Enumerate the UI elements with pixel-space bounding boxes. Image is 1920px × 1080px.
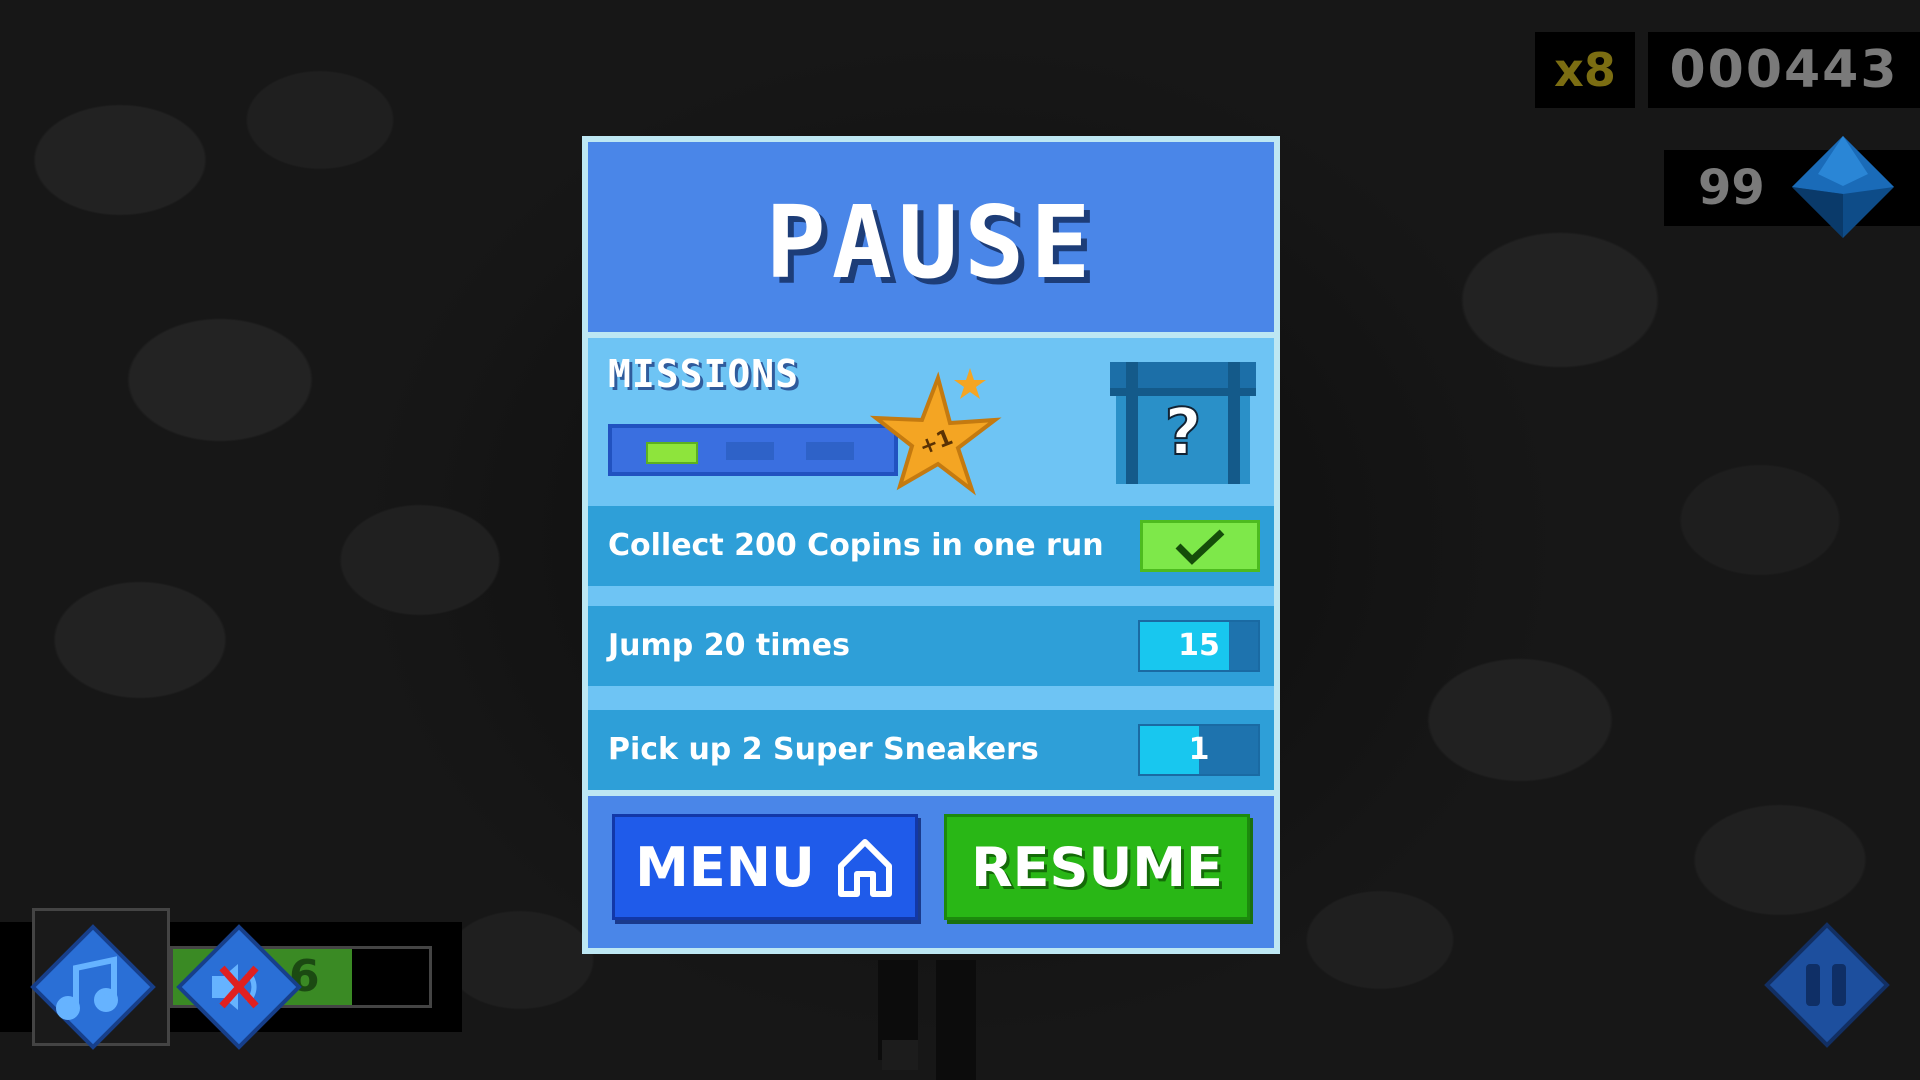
mission-text: Jump 20 times — [608, 628, 850, 663]
mission-complete-badge — [1140, 520, 1260, 572]
music-toggle-button[interactable] — [30, 924, 156, 1050]
resume-button[interactable]: RESUME — [944, 814, 1250, 920]
progress-value: 1 — [1188, 732, 1210, 767]
sound-toggle-button[interactable] — [176, 924, 302, 1050]
mission-row: Collect 200 Copins in one run — [588, 506, 1274, 586]
checkmark-icon — [1175, 529, 1225, 565]
star-icon: +1 — [869, 368, 1002, 496]
gem-icon — [1792, 136, 1894, 238]
player-character — [878, 960, 976, 1080]
resume-button-label: RESUME — [971, 835, 1223, 899]
chest-question-mark: ? — [1164, 396, 1201, 470]
pause-button[interactable] — [1764, 922, 1890, 1048]
score-counter: 000443 — [1648, 32, 1920, 108]
pause-title: PAUSE — [765, 184, 1097, 301]
buttons-area: MENU RESUME — [588, 796, 1274, 948]
menu-button[interactable]: MENU — [612, 814, 918, 920]
score-multiplier: x8 — [1535, 32, 1635, 108]
mission-row: Jump 20 times 15 — [588, 606, 1274, 686]
mission-progress: 1 — [1138, 724, 1260, 776]
progress-value: 15 — [1178, 628, 1220, 663]
progress-segment — [646, 442, 698, 464]
chest-icon[interactable]: ? — [1106, 358, 1260, 488]
mission-text: Pick up 2 Super Sneakers — [608, 732, 1039, 767]
missions-header: MISSIONS +1 ? — [588, 338, 1274, 506]
progress-segment — [726, 442, 774, 460]
divider — [588, 586, 1274, 606]
mission-progress: 15 — [1138, 620, 1260, 672]
title-area: PAUSE — [588, 142, 1274, 332]
progress-segment — [806, 442, 854, 460]
pause-dialog: PAUSE MISSIONS +1 ? Collect 200 Copins i… — [582, 136, 1280, 954]
divider — [588, 686, 1274, 710]
mission-row: Pick up 2 Super Sneakers 1 — [588, 710, 1274, 790]
missions-label: MISSIONS — [608, 352, 800, 396]
mission-text: Collect 200 Copins in one run — [608, 528, 1104, 563]
missions-progress-bar — [608, 424, 898, 476]
menu-button-label: MENU — [635, 835, 815, 899]
home-icon — [837, 839, 892, 897]
